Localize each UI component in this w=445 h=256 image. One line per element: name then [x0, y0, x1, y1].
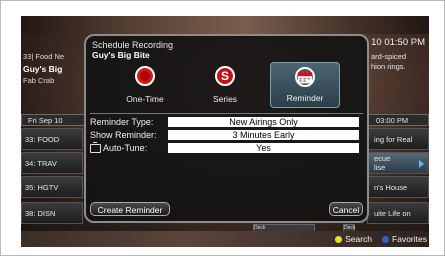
cancel-button[interactable]: Cancel — [329, 202, 363, 216]
search-label: Search — [345, 234, 373, 244]
program-episode: Fab Crab — [23, 76, 55, 85]
guide-cell-text: uite Life on — [374, 208, 411, 218]
show-reminder-select[interactable]: 3 Minutes Early — [168, 130, 359, 140]
favorites-legend[interactable]: Favorites — [382, 234, 427, 244]
field-label: Auto-Tune: — [103, 143, 148, 153]
channel-row[interactable]: 33: FOOD — [21, 128, 83, 150]
dialog-title: Schedule Recording — [92, 40, 174, 50]
guide-time-slot: 03:00 PM — [367, 114, 429, 126]
option-reminder[interactable]: Reminder — [270, 62, 340, 108]
auto-tune-row: Auto-Tune: — [90, 142, 148, 154]
option-one-time[interactable]: One-Time — [110, 62, 180, 108]
favorites-label: Favorites — [392, 234, 427, 244]
blue-dot-icon — [382, 236, 390, 244]
guide-cell[interactable]: ing for Real — [367, 128, 429, 150]
field-label: Show Reminder: — [90, 130, 157, 140]
tv-screen: 10 01:50 PM 33| Food Ne Guy's Big Fab Cr… — [21, 16, 429, 247]
background-top — [21, 16, 429, 34]
channel-row[interactable]: 34: TRAV — [21, 152, 83, 174]
screenshot-frame: 10 01:50 PM 33| Food Ne Guy's Big Fab Cr… — [0, 0, 445, 256]
channel-row[interactable]: 38: DISN — [21, 202, 83, 224]
guide-cell-text: ecue lise — [374, 154, 391, 172]
search-legend[interactable]: Search — [335, 234, 372, 244]
guide-cell[interactable]: n's House — [367, 176, 429, 198]
guide-cell[interactable]: ecue lise — [367, 152, 429, 174]
right-arrow-icon[interactable] — [419, 160, 424, 168]
auto-tune-select[interactable]: Yes — [168, 143, 359, 153]
record-icon — [135, 66, 155, 86]
option-label: Reminder — [286, 93, 324, 103]
schedule-recording-dialog: Schedule Recording Guy's Big Bite One-Ti… — [84, 34, 369, 223]
tv-icon — [90, 142, 101, 154]
divider — [90, 113, 363, 114]
yellow-dot-icon — [335, 236, 343, 244]
create-reminder-button[interactable]: Create Reminder — [90, 202, 170, 216]
option-series[interactable]: S Series — [190, 62, 260, 108]
field-label: Reminder Type: — [90, 117, 154, 127]
guide-cell[interactable]: uite Life on — [367, 202, 429, 224]
program-channel: 33| Food Ne — [23, 52, 65, 61]
guide-date: Fri Sep 10 — [21, 114, 85, 126]
dialog-subtitle: Guy's Big Bite — [92, 50, 150, 60]
guide-cell-text: ing for Real — [374, 134, 413, 144]
guide-cell-text: n's House — [374, 182, 408, 192]
guide-time: 10 01:50 PM — [371, 37, 425, 48]
channel-row[interactable]: 35: HGTV — [21, 176, 83, 198]
option-label: Series — [212, 94, 238, 104]
program-description: ard-spiced hion rings. — [371, 52, 407, 71]
calendar-icon — [295, 67, 315, 87]
program-title: Guy's Big — [23, 64, 63, 74]
program-info: 33| Food Ne Guy's Big Fab Crab — [23, 52, 83, 85]
reminder-type-select[interactable]: New Airings Only — [168, 117, 359, 127]
option-label: One-Time — [126, 94, 164, 104]
legend: Search Favorites — [335, 234, 427, 244]
series-icon: S — [215, 66, 235, 86]
